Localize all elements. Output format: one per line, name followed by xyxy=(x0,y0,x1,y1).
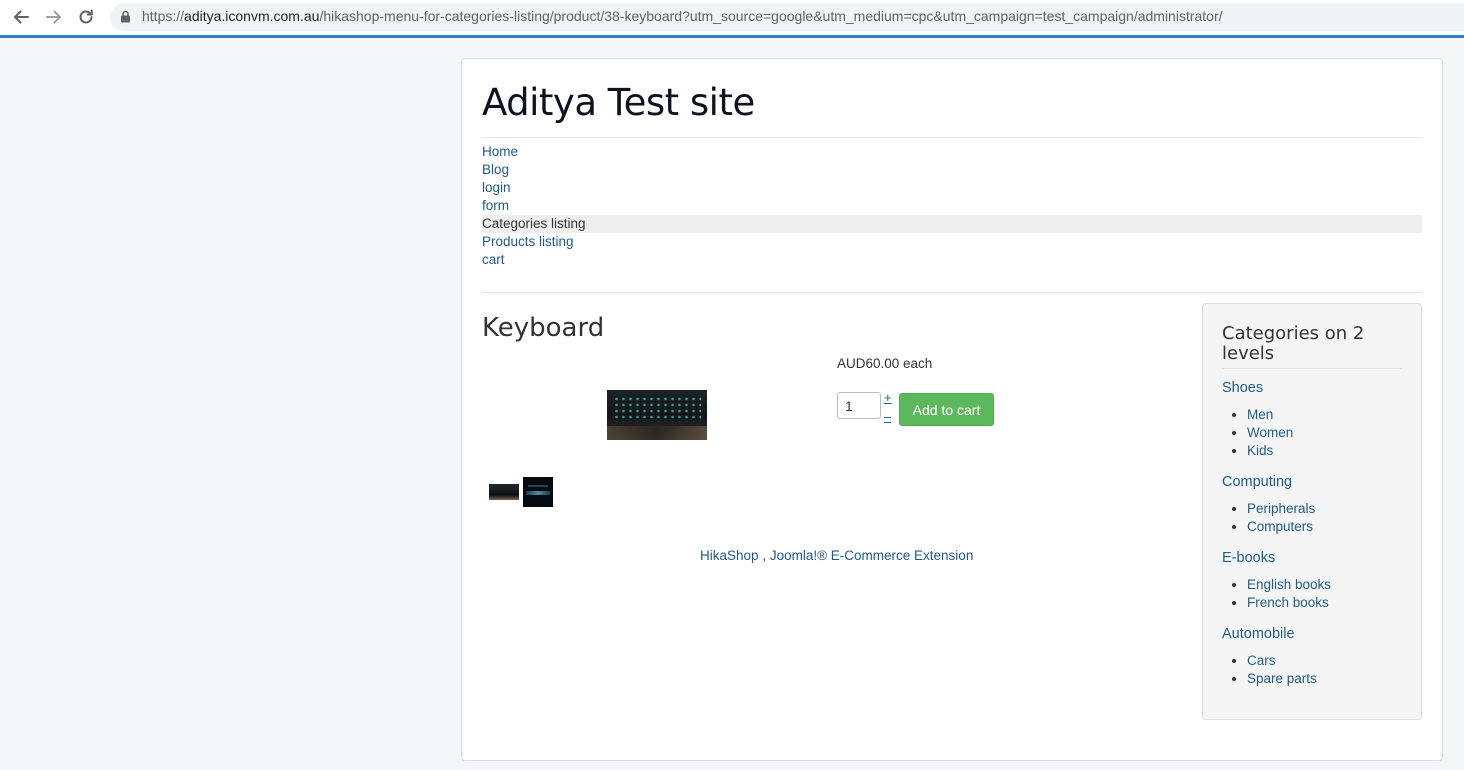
page-container: Aditya Test site Home Blog login form Ca… xyxy=(461,58,1443,761)
url-path: /hikashop-menu-for-categories-listing/pr… xyxy=(319,8,1223,24)
subcategory-french-books[interactable]: French books xyxy=(1247,595,1329,610)
subcategory-women[interactable]: Women xyxy=(1247,425,1293,440)
subcategory-cars[interactable]: Cars xyxy=(1247,653,1276,668)
menu-link-cart[interactable]: cart xyxy=(482,252,505,267)
keyboard-keys-graphic xyxy=(613,396,701,422)
sidebar-title: Categories on 2 levels xyxy=(1222,323,1365,364)
category-group-shoes: Shoes Men Women Kids xyxy=(1222,378,1412,460)
reload-icon[interactable] xyxy=(74,5,98,29)
category-e-books[interactable]: E-books xyxy=(1222,548,1412,568)
subcategory-list: Cars Spare parts xyxy=(1222,652,1412,688)
product-thumbnail-2[interactable] xyxy=(523,477,553,507)
product-price: AUD60.00 each xyxy=(837,356,933,371)
menu-link-products-listing[interactable]: Products listing xyxy=(482,234,574,249)
footer-credits: HikaShop , Joomla!® E-Commerce Extension xyxy=(700,548,973,563)
add-to-cart-button[interactable]: Add to cart xyxy=(899,393,994,426)
site-title: Aditya Test site xyxy=(482,81,755,124)
list-item: Peripherals xyxy=(1247,500,1412,518)
header-divider xyxy=(482,137,1422,138)
list-item: Women xyxy=(1247,424,1412,442)
main-menu: Home Blog login form Categories listing … xyxy=(482,143,1422,269)
menu-item-form: form xyxy=(482,197,1422,215)
product-title: Keyboard xyxy=(482,313,605,343)
thumbnail-graphic xyxy=(528,485,548,487)
thumbnail-graphic xyxy=(526,491,550,495)
menu-link-categories-listing[interactable]: Categories listing xyxy=(482,216,586,231)
menu-item-login: login xyxy=(482,179,1422,197)
forward-arrow-icon[interactable] xyxy=(42,5,66,29)
categories-sidebar: Categories on 2 levels Shoes Men Women K… xyxy=(1202,303,1422,720)
menu-item-categories-listing: Categories listing xyxy=(482,215,1422,233)
product-thumbnail-1[interactable] xyxy=(489,484,519,500)
subcategory-kids[interactable]: Kids xyxy=(1247,443,1273,458)
menu-link-login[interactable]: login xyxy=(482,180,511,195)
hikashop-link[interactable]: HikaShop xyxy=(700,548,759,563)
browser-toolbar: https://aditya.iconvm.com.au/hikashop-me… xyxy=(0,0,1464,38)
subcategory-list: English books French books xyxy=(1222,576,1412,612)
category-computing[interactable]: Computing xyxy=(1222,472,1412,492)
menu-link-blog[interactable]: Blog xyxy=(482,162,509,177)
url-text[interactable]: https://aditya.iconvm.com.au/hikashop-me… xyxy=(142,8,1223,24)
address-bar[interactable]: https://aditya.iconvm.com.au/hikashop-me… xyxy=(110,3,1464,31)
subcategory-english-books[interactable]: English books xyxy=(1247,577,1331,592)
list-item: English books xyxy=(1247,576,1412,594)
menu-divider xyxy=(482,292,1422,293)
back-arrow-icon[interactable] xyxy=(9,5,33,29)
category-group-computing: Computing Peripherals Computers xyxy=(1222,472,1412,536)
desk-graphic xyxy=(607,426,707,440)
list-item: Spare parts xyxy=(1247,670,1412,688)
subcategory-list: Peripherals Computers xyxy=(1222,500,1412,536)
subcategory-list: Men Women Kids xyxy=(1222,406,1412,460)
menu-link-form[interactable]: form xyxy=(482,198,509,213)
subcategory-spare-parts[interactable]: Spare parts xyxy=(1247,671,1317,686)
list-item: Men xyxy=(1247,406,1412,424)
product-main-image[interactable] xyxy=(607,390,707,440)
menu-item-cart: cart xyxy=(482,251,1422,269)
menu-item-blog: Blog xyxy=(482,161,1422,179)
quantity-decrease-button[interactable]: – xyxy=(884,410,891,424)
joomla-ecommerce-link[interactable]: Joomla!® E-Commerce Extension xyxy=(770,548,974,563)
footer-separator: , xyxy=(758,548,770,563)
quantity-increase-button[interactable]: + xyxy=(884,391,892,405)
category-group-automobile: Automobile Cars Spare parts xyxy=(1222,624,1412,688)
category-shoes[interactable]: Shoes xyxy=(1222,378,1412,398)
list-item: Computers xyxy=(1247,518,1412,536)
category-group-e-books: E-books English books French books xyxy=(1222,548,1412,612)
list-item: French books xyxy=(1247,594,1412,612)
url-scheme: https:// xyxy=(142,8,185,24)
category-automobile[interactable]: Automobile xyxy=(1222,624,1412,644)
lock-icon[interactable] xyxy=(120,10,131,26)
list-item: Cars xyxy=(1247,652,1412,670)
menu-item-products-listing: Products listing xyxy=(482,233,1422,251)
sidebar-divider xyxy=(1222,368,1402,369)
url-host: aditya.iconvm.com.au xyxy=(184,8,320,24)
menu-item-home: Home xyxy=(482,143,1422,161)
subcategory-peripherals[interactable]: Peripherals xyxy=(1247,501,1315,516)
menu-link-home[interactable]: Home xyxy=(482,144,518,159)
quantity-input[interactable] xyxy=(837,392,881,419)
list-item: Kids xyxy=(1247,442,1412,460)
subcategory-computers[interactable]: Computers xyxy=(1247,519,1313,534)
subcategory-men[interactable]: Men xyxy=(1247,407,1273,422)
